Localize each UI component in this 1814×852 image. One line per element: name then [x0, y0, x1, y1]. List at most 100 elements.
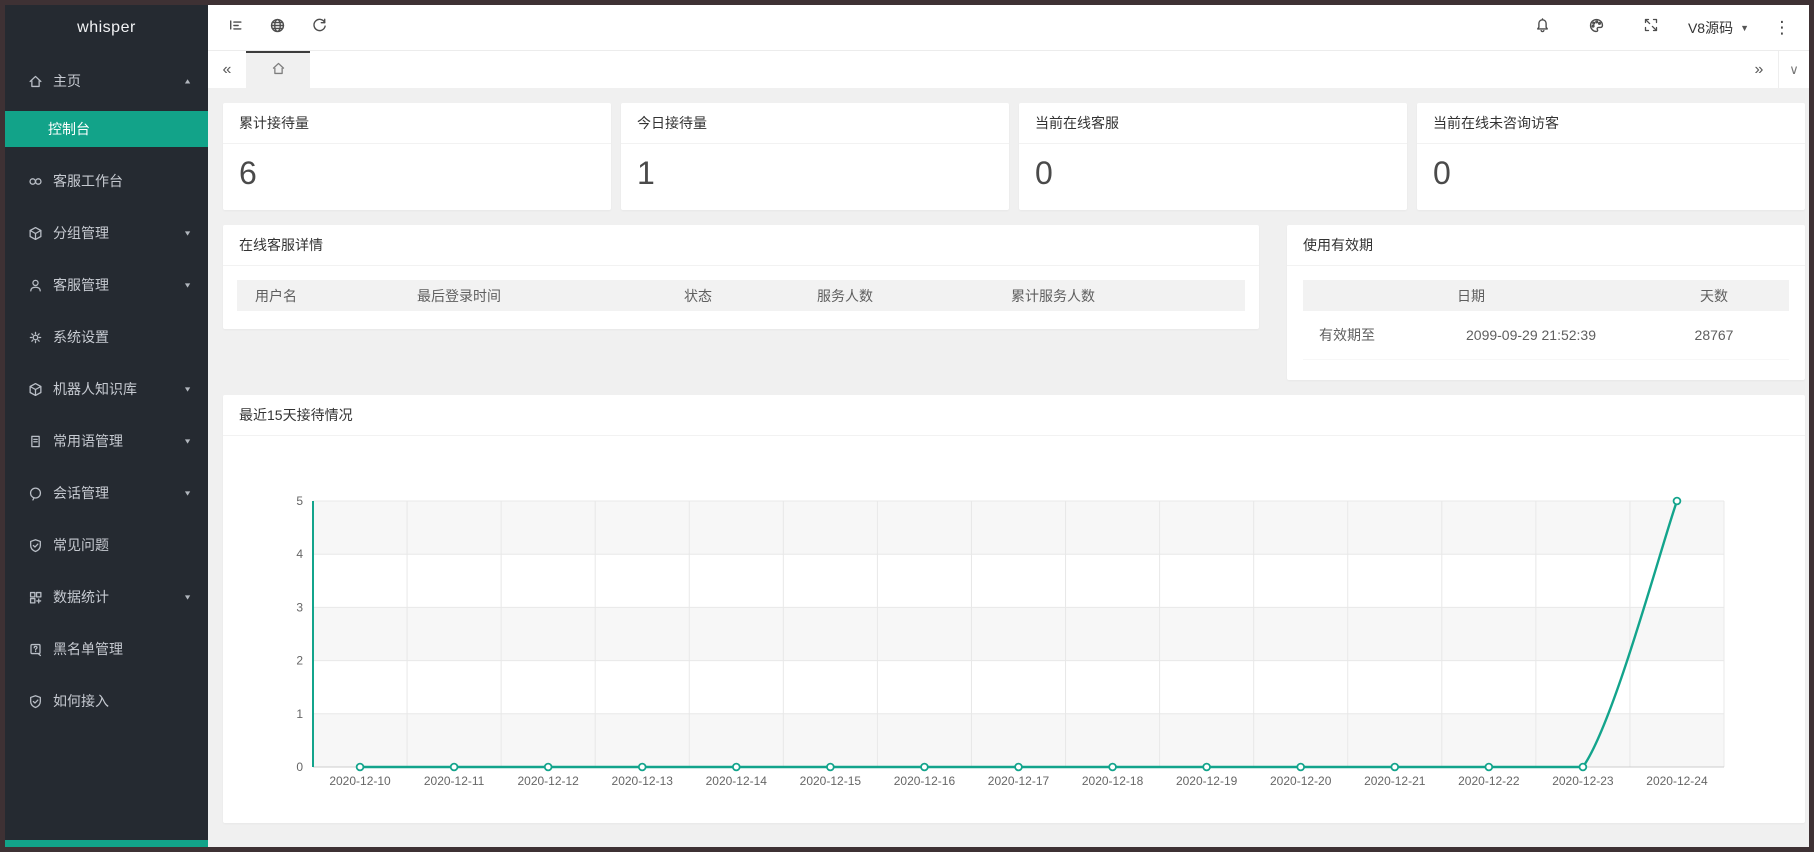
chevron-down-icon: ▼ — [183, 385, 192, 393]
svg-text:2020-12-14: 2020-12-14 — [706, 774, 768, 788]
panel-title: 在线客服详情 — [223, 225, 1259, 266]
refresh-icon — [311, 17, 328, 39]
fullscreen-button[interactable] — [1624, 5, 1678, 50]
svg-text:0: 0 — [296, 760, 303, 774]
tabs-dropdown-button[interactable]: ∨ — [1778, 51, 1809, 88]
sidebar-item-agent-workbench[interactable]: 客服工作台 — [5, 155, 208, 207]
middle-row: 在线客服详情 用户名 最后登录时间 状态 服务人数 累计服务人数 使用有效期 日… — [223, 225, 1805, 380]
sidebar-item-console[interactable]: 控制台 — [5, 111, 208, 147]
shield-check-icon — [27, 537, 43, 553]
stats-icon — [27, 589, 43, 605]
cube-icon — [27, 225, 43, 241]
validity-table: 日期 天数 有效期至 2099-09-29 21:52:39 28767 — [1303, 280, 1789, 360]
main-area: V8源码 ▼ ⋮ « » ∨ — [208, 5, 1809, 847]
chat-icon — [27, 485, 43, 501]
validity-table-header: 日期 天数 — [1303, 280, 1789, 311]
stat-label: 当前在线未咨询访客 — [1417, 103, 1805, 144]
column-header: 日期 — [1303, 286, 1639, 306]
chart-title: 最近15天接待情况 — [223, 395, 1805, 436]
sidebar-item-faq[interactable]: 常见问题 — [5, 519, 208, 571]
online-agents-panel: 在线客服详情 用户名 最后登录时间 状态 服务人数 累计服务人数 — [223, 225, 1259, 329]
gear-icon — [27, 329, 43, 345]
sidebar-item-label: 主页 — [53, 71, 81, 91]
tabbar-right-controls: » ∨ — [1740, 51, 1809, 88]
table-row: 有效期至 2099-09-29 21:52:39 28767 — [1303, 311, 1789, 360]
reception-chart-panel: 最近15天接待情况 0123452020-12-102020-12-112020… — [223, 395, 1805, 823]
sidebar-item-robot-knowledge[interactable]: 机器人知识库 ▼ — [5, 363, 208, 415]
column-header: 服务人数 — [817, 286, 1011, 306]
column-header: 用户名 — [237, 286, 417, 306]
chevron-up-icon: ▲ — [183, 77, 192, 85]
sidebar-item-label: 机器人知识库 — [53, 379, 137, 399]
collapse-sidebar-button[interactable] — [214, 5, 256, 50]
stat-value: 6 — [223, 144, 611, 192]
stat-value: 1 — [621, 144, 1009, 192]
bell-icon — [1534, 17, 1551, 39]
sidebar-item-data-statistics[interactable]: 数据统计 ▼ — [5, 571, 208, 623]
sidebar-item-label: 常见问题 — [53, 535, 109, 555]
version-label: V8源码 — [1688, 18, 1733, 38]
svg-text:1: 1 — [296, 707, 303, 721]
sidebar-menu: 主页 ▲ 控制台 客服工作台 分组管理 ▼ — [5, 51, 208, 840]
double-chevron-right-icon: » — [1755, 61, 1764, 79]
sidebar-item-label: 分组管理 — [53, 223, 109, 243]
svg-text:3: 3 — [296, 600, 303, 614]
palette-icon — [1588, 17, 1605, 39]
svg-text:2020-12-15: 2020-12-15 — [800, 774, 862, 788]
sidebar-item-agent-management[interactable]: 客服管理 ▼ — [5, 259, 208, 311]
sidebar: whisper 主页 ▲ 控制台 客服工作台 — [5, 5, 208, 847]
sidebar-item-session-management[interactable]: 会话管理 ▼ — [5, 467, 208, 519]
sidebar-item-label: 控制台 — [48, 121, 90, 137]
tab-home[interactable] — [246, 51, 310, 88]
file-question-icon — [27, 641, 43, 657]
topbar: V8源码 ▼ ⋮ — [208, 5, 1809, 51]
stat-value: 0 — [1019, 144, 1407, 192]
stat-label: 累计接待量 — [223, 103, 611, 144]
panel-title: 使用有效期 — [1287, 225, 1805, 266]
sidebar-item-how-to-access[interactable]: 如何接入 — [5, 675, 208, 727]
column-header: 状态 — [684, 286, 817, 306]
svg-text:2020-12-21: 2020-12-21 — [1364, 774, 1426, 788]
sidebar-item-label: 会话管理 — [53, 483, 109, 503]
double-chevron-left-icon: « — [223, 61, 232, 79]
fullscreen-icon — [1643, 17, 1659, 38]
app-window: whisper 主页 ▲ 控制台 客服工作台 — [0, 0, 1814, 852]
sidebar-item-label: 客服管理 — [53, 275, 109, 295]
chevron-down-icon: ▼ — [183, 281, 192, 289]
column-header: 天数 — [1639, 286, 1789, 306]
sidebar-item-label: 数据统计 — [53, 587, 109, 607]
stat-card-total-receptions: 累计接待量 6 — [223, 103, 611, 210]
language-button[interactable] — [256, 5, 298, 50]
validity-panel: 使用有效期 日期 天数 有效期至 2099-09-29 21:52:39 287… — [1287, 225, 1805, 380]
stat-label: 今日接待量 — [621, 103, 1009, 144]
tabs-scroll-right-button[interactable]: » — [1740, 51, 1778, 88]
home-icon — [271, 61, 286, 81]
sidebar-item-home[interactable]: 主页 ▲ — [5, 55, 208, 107]
more-menu-button[interactable]: ⋮ — [1767, 18, 1797, 38]
column-header: 最后登录时间 — [417, 286, 684, 306]
stats-row: 累计接待量 6 今日接待量 1 当前在线客服 0 当前在线未咨询访客 0 — [223, 103, 1805, 210]
version-dropdown[interactable]: V8源码 ▼ — [1688, 18, 1749, 38]
svg-text:2020-12-12: 2020-12-12 — [517, 774, 579, 788]
svg-text:2020-12-10: 2020-12-10 — [329, 774, 391, 788]
refresh-button[interactable] — [298, 5, 340, 50]
svg-text:2020-12-19: 2020-12-19 — [1176, 774, 1238, 788]
sidebar-item-system-settings[interactable]: 系统设置 — [5, 311, 208, 363]
tabs-scroll-left-button[interactable]: « — [208, 51, 246, 88]
chevron-down-icon: ▼ — [183, 593, 192, 601]
sidebar-item-blacklist[interactable]: 黑名单管理 — [5, 623, 208, 675]
agents-table-header: 用户名 最后登录时间 状态 服务人数 累计服务人数 — [237, 280, 1245, 311]
reception-line-chart: 0123452020-12-102020-12-112020-12-122020… — [223, 436, 1805, 822]
svg-text:2020-12-22: 2020-12-22 — [1458, 774, 1520, 788]
sidebar-bottom-strip — [5, 840, 208, 847]
chevron-down-icon: ∨ — [1789, 62, 1799, 78]
caret-down-icon: ▼ — [1740, 23, 1749, 33]
sidebar-item-label: 系统设置 — [53, 327, 109, 347]
sidebar-item-group-management[interactable]: 分组管理 ▼ — [5, 207, 208, 259]
theme-button[interactable] — [1570, 5, 1624, 50]
notifications-button[interactable] — [1516, 5, 1570, 50]
stat-card-today-receptions: 今日接待量 1 — [621, 103, 1009, 210]
chevron-down-icon: ▼ — [183, 489, 192, 497]
svg-text:2020-12-16: 2020-12-16 — [894, 774, 956, 788]
sidebar-item-common-phrases[interactable]: 常用语管理 ▼ — [5, 415, 208, 467]
